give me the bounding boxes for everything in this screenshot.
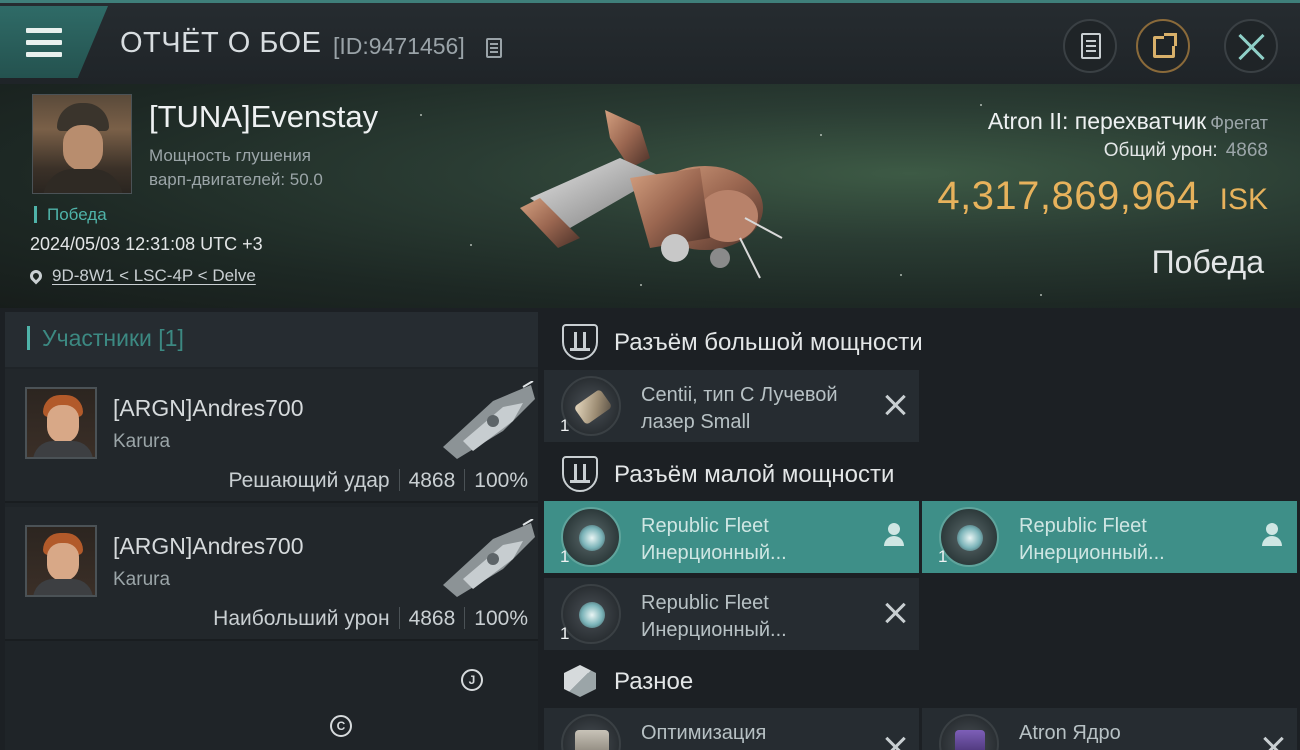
attacker-portrait[interactable] xyxy=(25,525,97,597)
misc-title: Разное xyxy=(614,668,694,695)
core-module-icon xyxy=(939,714,999,750)
overlay-j-badge[interactable]: J xyxy=(461,669,483,691)
ship-render xyxy=(520,110,783,279)
copy-icon[interactable] xyxy=(486,38,502,58)
module-item[interactable]: 1 Republic Fleet Инерционный... xyxy=(544,578,919,650)
module-item[interactable]: 1 Centii, тип C Лучевой лазер Small xyxy=(544,370,919,442)
attacker-portrait[interactable] xyxy=(25,387,97,459)
laser-module-icon xyxy=(561,376,621,436)
victim-portrait[interactable] xyxy=(32,94,132,194)
dropped-person-icon xyxy=(1261,523,1283,547)
destroyed-x-icon xyxy=(885,394,907,416)
stabilizer-module-icon xyxy=(939,507,999,567)
module-name: Republic Fleet Инерционный... xyxy=(641,592,787,641)
clipboard-button[interactable] xyxy=(1063,19,1117,73)
kill-datetime: 2024/05/03 12:31:08 UTC +3 xyxy=(30,234,263,254)
close-icon xyxy=(1236,31,1268,63)
rig-module-icon xyxy=(561,714,621,750)
module-name: Centii, тип C Лучевой лазер Small xyxy=(641,384,838,433)
attacker-row[interactable]: [ARGN]Andres700 Karura Решающий удар 4868… xyxy=(5,369,538,503)
module-item[interactable]: 1 Republic Fleet Инерционный... xyxy=(544,501,919,573)
misc-header: Разное xyxy=(542,653,1300,709)
stabilizer-module-icon xyxy=(561,584,621,644)
module-name: Republic Fleet Инерционный... xyxy=(1019,515,1165,564)
fitting-panel: Разъём большой мощности 1 Centii, тип C … xyxy=(542,312,1300,750)
module-qty: 1 xyxy=(560,624,570,643)
page-title: ОТЧЁТ О БОЕ xyxy=(120,27,322,59)
kill-outcome: Победа xyxy=(1151,244,1264,280)
attacker-ship-render xyxy=(443,381,535,459)
module-name: Оптимизация xyxy=(641,722,767,744)
attacker-stats: Наибольший урон 4868 100% xyxy=(213,607,528,630)
module-item[interactable]: Оптимизация xyxy=(544,708,919,750)
menu-icon xyxy=(26,28,62,58)
participants-panel: Участники [1] [ARGN]Andres700 Karura Реш… xyxy=(5,312,538,750)
victim-name[interactable]: [TUNA]Evenstay xyxy=(149,99,378,135)
module-item[interactable]: Atron Ядро xyxy=(922,708,1297,750)
report-id: [ID:9471456] xyxy=(333,33,465,59)
participants-title: Участники [1] xyxy=(27,326,184,350)
low-slot-title: Разъём малой мощности xyxy=(614,461,895,488)
module-item[interactable]: 1 Republic Fleet Инерционный... xyxy=(922,501,1297,573)
victim-stat: Мощность глушения варп-двигателей: 50.0 xyxy=(149,146,323,189)
ship-type[interactable]: Atron II: перехватчик Фрегат xyxy=(988,108,1268,135)
attacker-name: [ARGN]Andres700 xyxy=(113,533,304,559)
kill-summary: [TUNA]Evenstay Мощность глушения варп-дв… xyxy=(0,84,1300,308)
location-pin-icon xyxy=(27,267,45,285)
low-slot-icon xyxy=(562,456,598,492)
module-qty: 1 xyxy=(560,416,570,435)
participants-empty-area xyxy=(5,645,538,750)
isk-value: 4,317,869,964 ISK xyxy=(937,174,1268,218)
close-button[interactable] xyxy=(1224,19,1278,73)
dropped-person-icon xyxy=(883,523,905,547)
cube-icon xyxy=(564,665,596,697)
attacker-ship: Karura xyxy=(113,569,171,590)
kill-location[interactable]: 9D-8W1 < LSC-4P < Delve xyxy=(27,266,256,286)
destroyed-x-icon xyxy=(885,602,907,624)
attacker-row[interactable]: [ARGN]Andres700 Karura Наибольший урон 48… xyxy=(5,507,538,641)
destroyed-x-icon xyxy=(1263,736,1285,750)
overlay-c-badge[interactable]: C xyxy=(330,715,352,737)
participants-header[interactable]: Участники [1] xyxy=(5,312,538,367)
clipboard-icon xyxy=(1081,33,1101,59)
destroyed-x-icon xyxy=(885,736,907,750)
low-slot-header: Разъём малой мощности xyxy=(542,446,1300,502)
attacker-name: [ARGN]Andres700 xyxy=(113,395,304,421)
share-button[interactable] xyxy=(1136,19,1190,73)
module-qty: 1 xyxy=(938,547,948,566)
high-slot-title: Разъём большой мощности xyxy=(614,329,923,356)
high-slot-icon xyxy=(562,324,598,360)
share-icon xyxy=(1153,33,1177,58)
attacker-ship: Karura xyxy=(113,431,171,452)
attacker-ship-render xyxy=(443,519,535,597)
title-bar: ОТЧЁТ О БОЕ [ID:9471456] xyxy=(0,0,1300,84)
menu-button[interactable] xyxy=(0,6,108,78)
module-name: Republic Fleet Инерционный... xyxy=(641,515,787,564)
attacker-stats: Решающий удар 4868 100% xyxy=(228,469,528,492)
stabilizer-module-icon xyxy=(561,507,621,567)
module-qty: 1 xyxy=(560,547,570,566)
result-tag: Победа xyxy=(34,206,107,223)
high-slot-header: Разъём большой мощности xyxy=(542,314,1300,370)
module-name: Atron Ядро xyxy=(1019,722,1121,744)
total-damage: Общий урон: 4868 xyxy=(1103,140,1268,161)
